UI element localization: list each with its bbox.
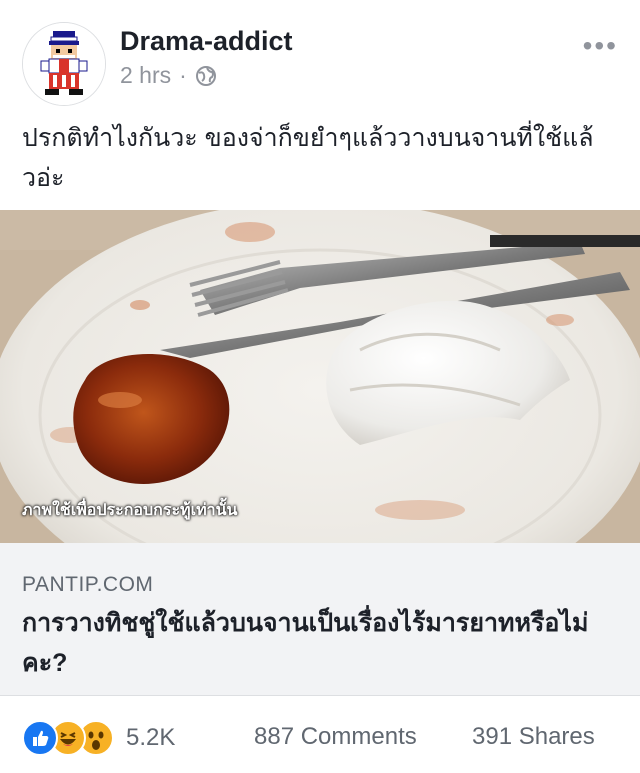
post-message: ปรกติทำไงกันวะ ของจ่าก็ขยำๆแล้ววางบนจานท… xyxy=(22,124,594,192)
like-reaction-icon xyxy=(22,720,58,756)
post-image[interactable]: ภาพใช้เพื่อประกอบกระทู้เท่านั้น xyxy=(0,210,640,543)
pixel-character-icon xyxy=(23,23,105,105)
meta-separator: · xyxy=(179,62,187,88)
post-header: Drama-addict 2 hrs · ••• xyxy=(0,0,640,110)
post-time[interactable]: 2 hrs xyxy=(120,62,171,89)
avatar[interactable] xyxy=(22,22,106,106)
globe-icon xyxy=(195,65,216,86)
more-options-button[interactable]: ••• xyxy=(583,30,618,62)
reactions-summary[interactable]: 5.2K xyxy=(22,720,175,756)
author-name[interactable]: Drama-addict xyxy=(120,26,293,57)
reaction-count: 5.2K xyxy=(126,724,176,751)
post-footer: 5.2K 887 Comments 391 Shares xyxy=(0,696,640,773)
link-title[interactable]: การวางทิชชู่ใช้แล้วบนจานเป็นเรื่องไร้มาร… xyxy=(22,603,622,683)
link-preview[interactable]: PANTIP.COM การวางทิชชู่ใช้แล้วบนจานเป็นเ… xyxy=(0,543,640,696)
comments-count[interactable]: 887 Comments xyxy=(254,723,417,751)
post-card: Drama-addict 2 hrs · ••• ปรกติทำไงกันวะ … xyxy=(0,0,640,773)
link-domain: PANTIP.COM xyxy=(22,573,154,596)
image-caption: ภาพใช้เพื่อประกอบกระทู้เท่านั้น xyxy=(22,502,238,519)
plate-photo xyxy=(0,210,640,543)
post-meta: 2 hrs · xyxy=(120,62,217,89)
shares-count[interactable]: 391 Shares xyxy=(472,723,595,751)
